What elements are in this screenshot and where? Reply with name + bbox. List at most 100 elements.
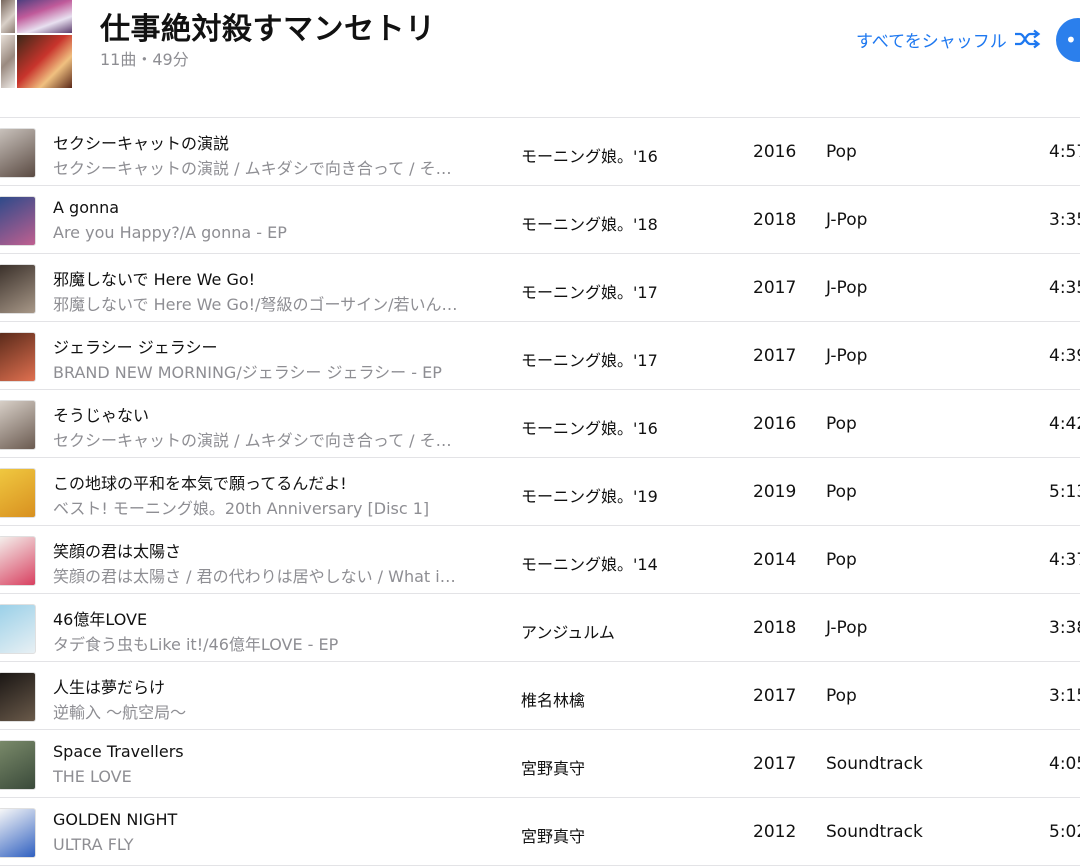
track-year: 2017	[753, 278, 797, 298]
track-title: この地球の平和を本気で願ってるんだよ!	[53, 474, 347, 493]
track-year: 2018	[753, 210, 797, 230]
shuffle-all-label: すべてをシャッフル	[856, 31, 1007, 52]
track-duration: 4:05	[1049, 754, 1080, 774]
track-album: ベスト! モーニング娘。20th Anniversary [Disc 1]	[53, 499, 430, 518]
album-artwork	[0, 468, 36, 518]
track-row[interactable]: Space Travellers THE LOVE 宮野真守 2017 Soundtra…	[0, 730, 1080, 798]
track-year: 2017	[753, 754, 797, 774]
track-row[interactable]: 46億年LOVE タデ食う虫もLike it!/46億年LOVE - EP アンジュ…	[0, 594, 1080, 662]
album-artwork	[0, 196, 36, 246]
track-genre: J-Pop	[826, 618, 868, 638]
track-album: タデ食う虫もLike it!/46億年LOVE - EP	[53, 635, 339, 654]
track-album: 邪魔しないで Here We Go!/弩級のゴーサイン/若いん…	[53, 295, 458, 314]
track-artist: モーニング娘。'17	[521, 283, 658, 302]
track-row[interactable]: 笑顔の君は太陽さ笑顔の君は太陽さ / 君の代わりは居やしない / What is…	[0, 526, 1080, 594]
playlist-title: 仕事絶対殺すマンセトリ	[100, 12, 436, 47]
track-title: A gonna	[53, 198, 120, 217]
track-row[interactable]: 人生は夢だらけ逆輸入 〜航空局〜 椎名林檎 2017 Pop 3:15	[0, 662, 1080, 730]
artwork-tile	[0, 34, 16, 89]
track-genre: Soundtrack	[826, 754, 923, 774]
track-title: セクシーキャットの演説	[53, 134, 230, 153]
track-row[interactable]: 邪魔しないで Here We Go! 邪魔しないで Here We Go!/弩級の…	[0, 254, 1080, 322]
track-artist: モーニング娘。'14	[521, 555, 658, 574]
album-artwork	[0, 740, 36, 790]
track-genre: Pop	[826, 686, 857, 706]
more-icon: •••	[1065, 28, 1080, 52]
track-title: Space Travellers	[53, 742, 184, 761]
track-artist: モーニング娘。'16	[521, 419, 658, 438]
track-genre: J-Pop	[826, 278, 868, 298]
track-album: THE LOVE	[53, 767, 132, 786]
track-genre: J-Pop	[826, 346, 868, 366]
track-artist: モーニング娘。'19	[521, 487, 658, 506]
track-album: 逆輸入 〜航空局〜	[53, 703, 187, 722]
track-list: セクシーキャットの演説セクシーキャットの演説 / ムキダシで向き合って / そ……	[0, 117, 1080, 866]
shuffle-icon	[1014, 29, 1041, 49]
album-artwork	[0, 604, 36, 654]
track-title: GOLDEN NIGHT	[53, 810, 178, 829]
track-duration: 4:35	[1049, 278, 1080, 298]
track-artist: 椎名林檎	[521, 691, 586, 710]
album-artwork	[0, 672, 36, 722]
track-duration: 4:57	[1049, 142, 1080, 162]
track-row[interactable]: そうじゃないセクシーキャットの演説 / ムキダシで向き合って / そ… モーニング…	[0, 390, 1080, 458]
track-title: そうじゃない	[53, 406, 150, 425]
track-title: 人生は夢だらけ	[53, 678, 166, 697]
track-row[interactable]: セクシーキャットの演説セクシーキャットの演説 / ムキダシで向き合って / そ……	[0, 118, 1080, 186]
track-row[interactable]: GOLDEN NIGHT ULTRA FLY 宮野真守 2012 Soundtrack 5…	[0, 798, 1080, 866]
track-duration: 5:02	[1049, 822, 1080, 842]
album-artwork	[0, 264, 36, 314]
track-year: 2016	[753, 414, 797, 434]
track-year: 2017	[753, 686, 797, 706]
track-genre: Pop	[826, 142, 857, 162]
track-genre: J-Pop	[826, 210, 868, 230]
track-artist: アンジュルム	[521, 623, 615, 642]
artwork-tile	[16, 34, 73, 89]
track-duration: 4:39	[1049, 346, 1080, 366]
track-artist: モーニング娘。'17	[521, 351, 658, 370]
artwork-tile	[16, 0, 73, 34]
track-genre: Pop	[826, 550, 857, 570]
track-row[interactable]: A gonna Are you Happy?/A gonna - EP モーニング娘…	[0, 186, 1080, 254]
track-album: セクシーキャットの演説 / ムキダシで向き合って / そ…	[53, 159, 452, 178]
track-duration: 3:15	[1049, 686, 1080, 706]
album-artwork	[0, 400, 36, 450]
track-title: 邪魔しないで Here We Go!	[53, 270, 256, 289]
track-year: 2016	[753, 142, 797, 162]
album-artwork	[0, 536, 36, 586]
album-artwork	[0, 332, 36, 382]
track-duration: 5:13	[1049, 482, 1080, 502]
track-album: Are you Happy?/A gonna - EP	[53, 223, 287, 242]
track-year: 2017	[753, 346, 797, 366]
track-genre: Pop	[826, 414, 857, 434]
track-year: 2019	[753, 482, 797, 502]
playlist-header: 仕事絶対殺すマンセトリ 11曲・49分 すべてをシャッフル •••	[0, 0, 1080, 118]
more-options-button[interactable]: •••	[1056, 18, 1080, 62]
track-album: ULTRA FLY	[53, 835, 134, 854]
shuffle-all-button[interactable]: すべてをシャッフル	[856, 26, 1041, 52]
track-row[interactable]: この地球の平和を本気で願ってるんだよ! ベスト! モーニング娘。20th Anni…	[0, 458, 1080, 526]
track-artist: 宮野真守	[521, 827, 586, 846]
track-title: ジェラシー ジェラシー	[53, 338, 218, 357]
artwork-tile	[0, 0, 16, 34]
track-artist: 宮野真守	[521, 759, 586, 778]
track-genre: Pop	[826, 482, 857, 502]
track-duration: 4:42	[1049, 414, 1080, 434]
track-year: 2018	[753, 618, 797, 638]
track-year: 2014	[753, 550, 797, 570]
track-row[interactable]: ジェラシー ジェラシー BRAND NEW MORNING/ジェラシー ジェラシー…	[0, 322, 1080, 390]
track-title: 46億年LOVE	[53, 610, 148, 629]
track-album: BRAND NEW MORNING/ジェラシー ジェラシー - EP	[53, 363, 442, 382]
playlist-artwork	[0, 0, 73, 89]
track-duration: 3:38	[1049, 618, 1080, 638]
playlist-summary: 11曲・49分	[100, 50, 189, 69]
track-album: セクシーキャットの演説 / ムキダシで向き合って / そ…	[53, 431, 452, 450]
track-duration: 4:37	[1049, 550, 1080, 570]
track-duration: 3:35	[1049, 210, 1080, 230]
track-artist: モーニング娘。'16	[521, 147, 658, 166]
track-year: 2012	[753, 822, 797, 842]
track-album: 笑顔の君は太陽さ / 君の代わりは居やしない / What is…	[53, 567, 463, 586]
album-artwork	[0, 808, 36, 858]
track-artist: モーニング娘。'18	[521, 215, 658, 234]
track-title: 笑顔の君は太陽さ	[53, 542, 182, 561]
